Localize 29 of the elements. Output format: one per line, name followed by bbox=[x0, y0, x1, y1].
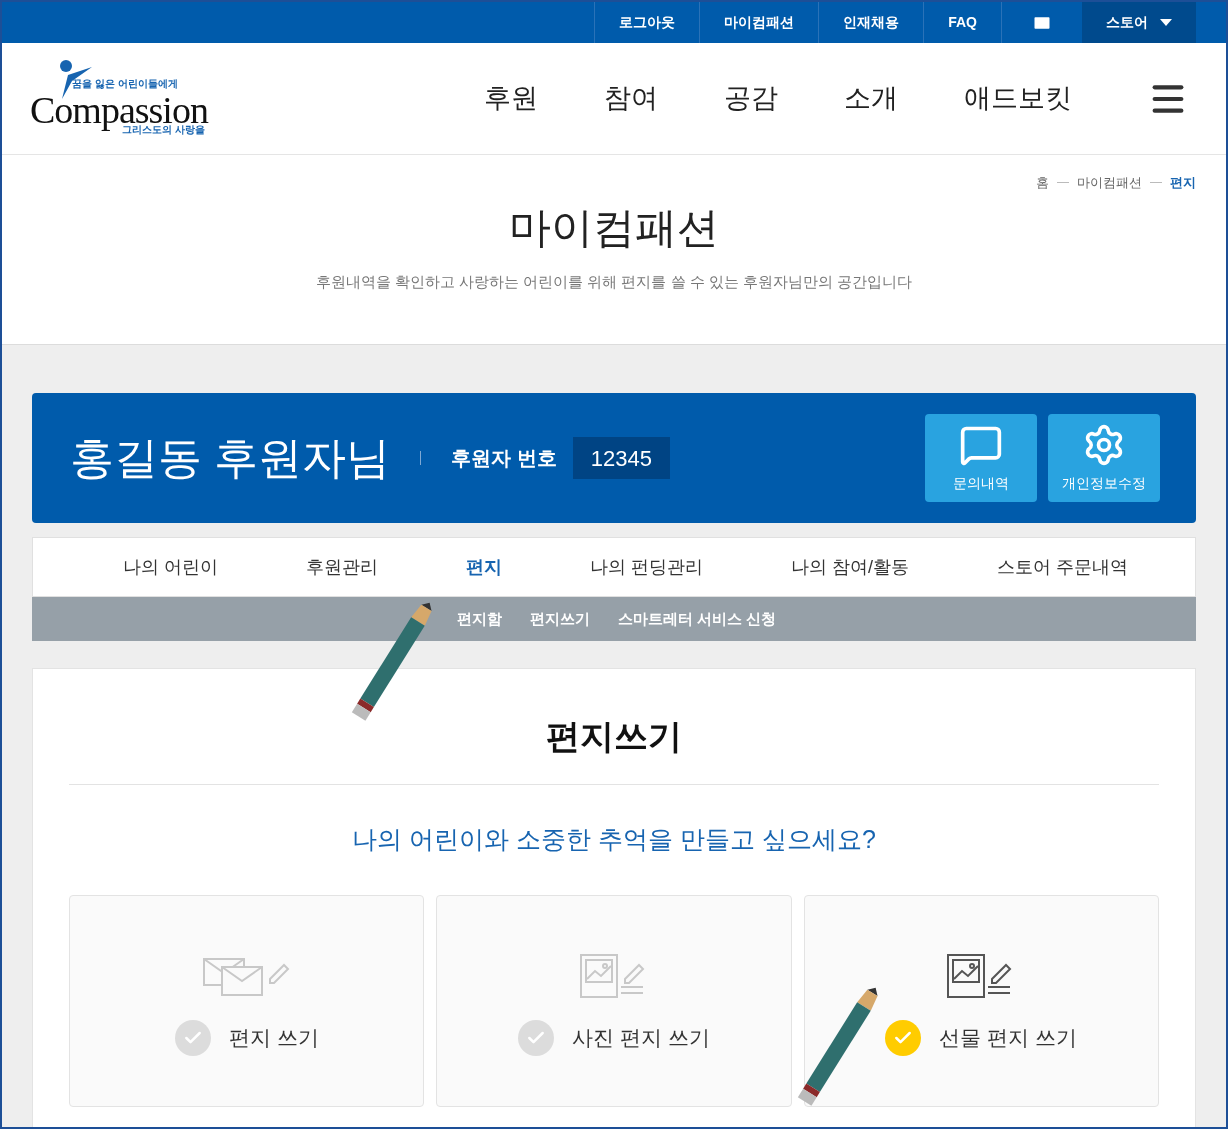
sponsor-number-label: 후원자 번호 bbox=[451, 446, 557, 471]
breadcrumb-link[interactable]: 홈 bbox=[1036, 173, 1049, 193]
main-nav-link[interactable]: 참여 bbox=[604, 78, 658, 119]
option-label: 사진 편지 쓰기 bbox=[572, 1024, 710, 1051]
main-nav-link[interactable]: 애드보킷 bbox=[964, 78, 1072, 119]
caret-icon bbox=[1160, 18, 1172, 27]
option-label: 편지 쓰기 bbox=[228, 1024, 319, 1051]
main-nav-link[interactable]: 공감 bbox=[724, 78, 778, 119]
sponsor-number: 12345 bbox=[572, 437, 670, 479]
sponsor-name: 홍길동 후원자님 bbox=[70, 432, 391, 484]
store-menu[interactable]: 스토어 bbox=[1082, 2, 1196, 43]
option-card[interactable]: 편지 쓰기 bbox=[69, 894, 425, 1107]
tab[interactable]: 편지 bbox=[466, 553, 502, 581]
page-title: 마이컴패션 bbox=[509, 207, 719, 249]
question-text: 나의 어린이와 소중한 추억을 만들고 싶으세요? bbox=[352, 824, 876, 855]
page-subtitle: 후원내역을 확인하고 사랑하는 어린이를 위해 편지를 쓸 수 있는 후원자님만의 공간입니다 bbox=[315, 272, 913, 292]
tab[interactable]: 나의 어린이 bbox=[123, 553, 218, 581]
tab[interactable]: 나의 참여/활동 bbox=[791, 553, 910, 581]
main-nav-link[interactable]: 후원 bbox=[484, 78, 538, 119]
section-title: 편지쓰기 bbox=[546, 716, 682, 757]
option-label: 선물 편지 쓰기 bbox=[939, 1024, 1078, 1051]
option-card[interactable]: 선물 편지 쓰기 bbox=[803, 894, 1159, 1107]
breadcrumb-link[interactable]: 편지 bbox=[1170, 173, 1196, 193]
tab[interactable]: 스토어 주문내역 bbox=[997, 553, 1129, 581]
breadcrumb-link[interactable]: 마이컴패션 bbox=[1077, 173, 1142, 193]
tab[interactable]: 후원관리 bbox=[306, 553, 378, 581]
tab[interactable]: 나의 펀딩관리 bbox=[590, 553, 704, 581]
option-card[interactable]: 사진 편지 쓰기 bbox=[436, 894, 792, 1107]
main-nav-link[interactable]: 소개 bbox=[844, 78, 898, 119]
